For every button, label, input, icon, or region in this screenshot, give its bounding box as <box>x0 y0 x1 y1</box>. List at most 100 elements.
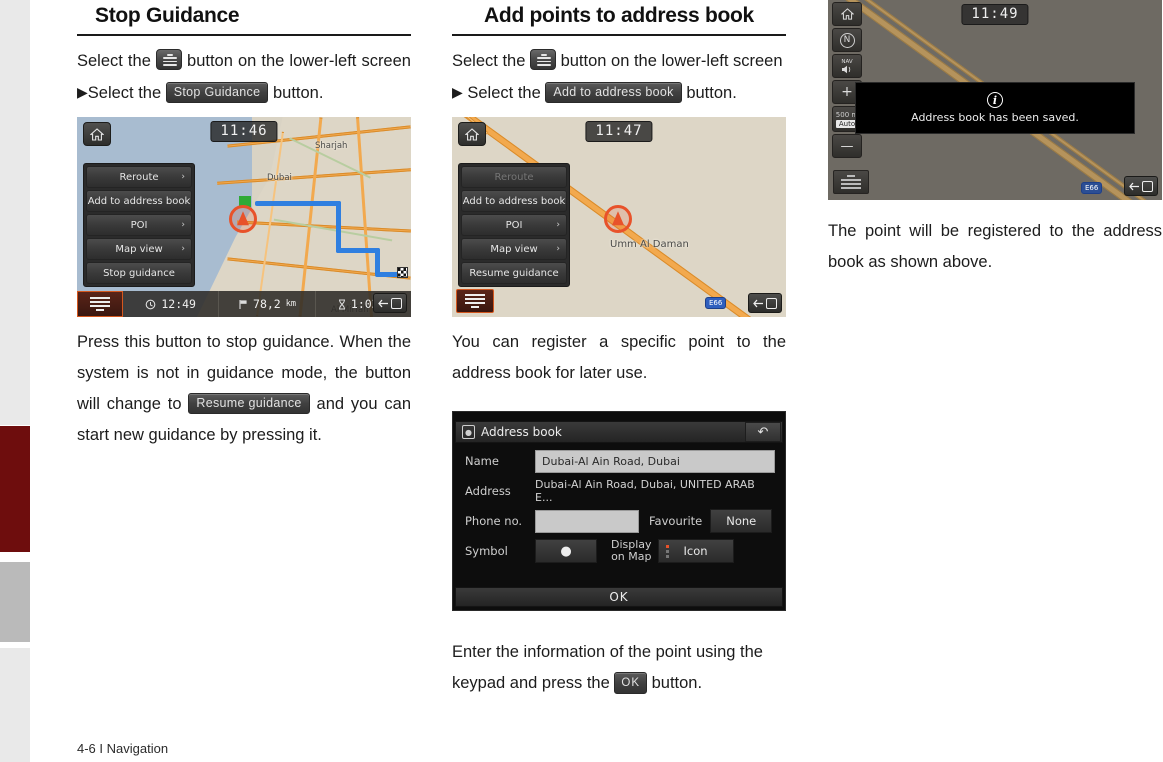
nav-volume-icon[interactable]: NAV <box>832 54 862 78</box>
hamburger-menu-icon[interactable] <box>833 170 869 194</box>
body-text-2: button. <box>651 674 703 692</box>
chevron-right-icon: › <box>556 244 560 254</box>
eta-icon <box>145 299 156 309</box>
home-icon[interactable] <box>832 2 862 26</box>
destination-flag-icon <box>397 267 408 278</box>
body-text-1: Enter the information of the point using… <box>452 643 763 692</box>
inline-chip-resume-guidance: Resume guidance <box>188 393 310 414</box>
info-icon: i <box>987 92 1003 108</box>
phone-field[interactable] <box>535 509 639 533</box>
body-paragraph-left: Press this button to stop guidance. When… <box>77 327 411 451</box>
menu-item-reroute: Reroute <box>461 166 567 188</box>
hamburger-menu-icon[interactable] <box>456 289 494 313</box>
route-line <box>255 201 341 206</box>
edge-tab-top <box>0 0 30 425</box>
symbol-button[interactable]: ● <box>535 539 597 563</box>
toast-text: Address book has been saved. <box>911 111 1079 124</box>
location-pin-icon: ● <box>462 425 475 439</box>
context-menu: Reroute › Add to address book POI › Map vi… <box>83 163 195 287</box>
field-row-address: Address Dubai-Al Ain Road, Dubai, UNITED… <box>465 478 775 504</box>
menu-item-reroute[interactable]: Reroute › <box>86 166 192 188</box>
home-icon[interactable] <box>83 122 111 146</box>
edge-tab-bottom <box>0 648 30 762</box>
back-to-map-icon[interactable] <box>748 293 782 313</box>
distance-unit: km <box>285 299 296 309</box>
map-label: Umm Al Daman <box>610 239 689 250</box>
menu-item-map-view[interactable]: Map view › <box>86 238 192 260</box>
intro-text-3: Select the <box>467 84 541 102</box>
chevron-right-icon: › <box>181 220 185 230</box>
phone-label: Phone no. <box>465 514 523 528</box>
intro-text-2: button on the lower-left screen <box>187 52 411 70</box>
distance-cell: 78,2 km <box>219 291 316 317</box>
address-book-dialog: ● Address book ↶ Name Dubai-Al Ain Road,… <box>452 411 786 611</box>
menu-item-add-to-address-book[interactable]: Add to address book <box>461 190 567 212</box>
favourite-button[interactable]: None <box>710 509 773 533</box>
menu-item-map-view[interactable]: Map view › <box>461 238 567 260</box>
body-paragraph-middle-1: You can register a specific point to the… <box>452 333 786 382</box>
hamburger-menu-icon[interactable] <box>77 291 123 317</box>
route-line <box>336 248 380 253</box>
field-row-name: Name Dubai-Al Ain Road, Dubai <box>465 449 775 473</box>
intro-text-4: button. <box>272 84 324 102</box>
menu-item-add-to-address-book[interactable]: Add to address book <box>86 190 192 212</box>
address-label: Address <box>465 484 511 498</box>
distance-value: 78,2 <box>253 297 281 311</box>
column-stop-guidance: Stop Guidance Select the button on the l… <box>77 0 411 451</box>
column-add-points: Add points to address book Select the bu… <box>452 0 786 699</box>
nav-bottom-bar: 12:49 78,2 km 1:03 h <box>77 291 411 317</box>
current-position-marker <box>229 205 257 233</box>
field-row-symbol: Symbol ● Display on Map Icon <box>465 539 775 563</box>
map-side-buttons: N NAV + 500 m Auto — <box>832 2 862 160</box>
intro-text-2: button on the lower-left screen <box>560 52 783 70</box>
eta-cell: 12:49 <box>123 291 220 317</box>
display-on-map-line2: on Map <box>611 550 652 563</box>
section-heading-add-points: Add points to address book <box>452 4 786 36</box>
intro-text-3: Select the <box>87 84 162 102</box>
context-menu: Reroute Add to address book POI › Map vie… <box>458 163 570 287</box>
nav-screen-address-book-saved: E66 11:49 N NAV + 500 m Auto — i Address… <box>828 0 1162 200</box>
dialog-title-bar: ● Address book ↶ <box>455 421 783 443</box>
compass-north-icon[interactable]: N <box>832 28 862 52</box>
back-to-map-icon[interactable] <box>1124 176 1158 196</box>
intro-text-4: button. <box>686 84 737 102</box>
page-title-add-points: Add points to address book <box>484 4 754 27</box>
back-to-map-icon[interactable] <box>373 293 407 313</box>
clock-display: 11:46 <box>210 121 278 142</box>
menu-item-poi[interactable]: POI › <box>461 214 567 236</box>
intro-text-1: Select the <box>452 52 526 70</box>
menu-item-poi[interactable]: POI › <box>86 214 192 236</box>
body-paragraph-right: The point will be registered to the addr… <box>828 222 1162 271</box>
favourite-label: Favourite <box>649 514 703 528</box>
body-paragraph-middle-2: Enter the information of the point using… <box>452 637 786 699</box>
symbol-glyph: ● <box>560 543 572 559</box>
intro-text-1: Select the <box>77 52 151 70</box>
display-on-map-button[interactable]: Icon <box>657 539 734 563</box>
arrow-separator-icon: ▶ <box>77 84 88 100</box>
inline-chip-ok: OK <box>614 672 647 694</box>
eta-value: 12:49 <box>161 297 196 311</box>
menu-item-resume-guidance[interactable]: Resume guidance <box>461 262 567 284</box>
name-field[interactable]: Dubai-Al Ain Road, Dubai <box>535 449 775 473</box>
edge-tab-strip <box>0 0 30 762</box>
ok-button[interactable]: OK <box>455 587 783 607</box>
clock-display: 11:47 <box>585 121 653 142</box>
display-on-map-label: Display on Map <box>611 539 652 563</box>
hourglass-icon <box>338 299 345 309</box>
map-label: Sharjah <box>315 141 348 151</box>
highway-shield: E66 <box>1081 182 1103 194</box>
home-icon[interactable] <box>458 122 486 146</box>
chevron-right-icon: › <box>556 220 560 230</box>
column-saved-confirmation: E66 11:49 N NAV + 500 m Auto — i Address… <box>828 0 1162 278</box>
zoom-out-icon[interactable]: — <box>832 134 862 158</box>
menu-item-stop-guidance[interactable]: Stop guidance <box>86 262 192 284</box>
chevron-right-icon: › <box>181 244 185 254</box>
intro-paragraph-left: Select the button on the lower-left scre… <box>77 46 411 109</box>
dialog-fields: Name Dubai-Al Ain Road, Dubai Address Du… <box>453 443 785 563</box>
back-arrow-icon[interactable]: ↶ <box>745 422 781 442</box>
page-footer: 4-6 I Navigation <box>77 741 169 756</box>
chevron-right-icon: › <box>181 172 185 182</box>
page-title-stop-guidance: Stop Guidance <box>95 4 240 27</box>
name-label: Name <box>465 454 499 468</box>
address-value: Dubai-Al Ain Road, Dubai, UNITED ARAB E.… <box>535 478 755 504</box>
